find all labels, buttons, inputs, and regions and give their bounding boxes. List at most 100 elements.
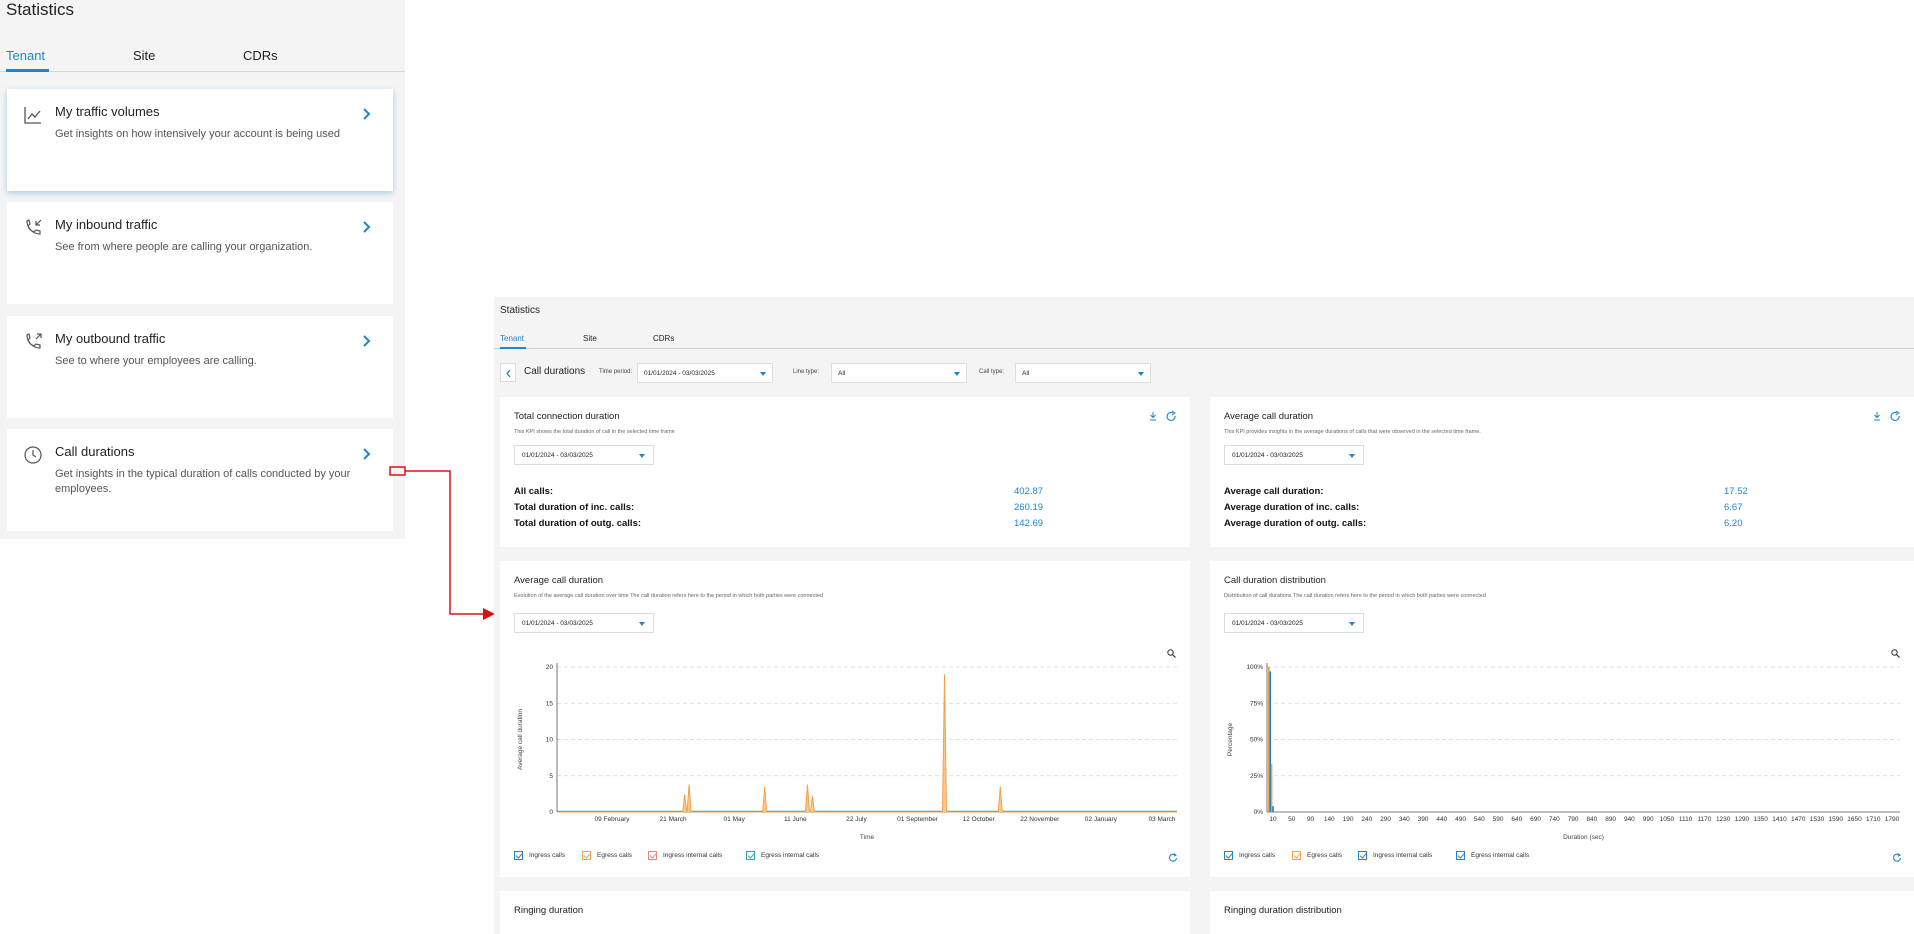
- download-icon[interactable]: [1874, 412, 1880, 421]
- card-call-durations[interactable]: Call durations Get insights in the typic…: [7, 429, 393, 531]
- time-period-value: 01/01/2024 - 03/03/2025: [644, 370, 715, 377]
- y-axis-title: Percentage: [1227, 722, 1234, 756]
- legend-egress-internal-calls[interactable]: Egress internal calls: [746, 851, 819, 860]
- x-tick-label: 10: [1269, 816, 1277, 823]
- refresh-icon[interactable]: [1892, 853, 1902, 863]
- legend-egress-calls[interactable]: Egress calls: [1292, 851, 1342, 860]
- caret-down-icon: [760, 372, 766, 376]
- x-tick-label: 240: [1361, 816, 1372, 823]
- kpi-value: 6.67: [1724, 502, 1743, 513]
- card-inbound-traffic[interactable]: My inbound traffic See from where people…: [7, 202, 393, 304]
- tab-site[interactable]: Site: [583, 334, 597, 343]
- page-title: Statistics: [500, 305, 541, 316]
- clock-icon: [24, 446, 42, 464]
- card-description: Distribution of call durations The call …: [1224, 593, 1486, 599]
- x-tick-label: 290: [1380, 816, 1391, 823]
- active-tab-indicator: [500, 347, 526, 349]
- x-tick-label: 1350: [1753, 816, 1768, 823]
- chevron-right-icon: [363, 108, 371, 120]
- phone-outgoing-icon: [26, 333, 42, 349]
- legend-ingress-calls[interactable]: Ingress calls: [514, 851, 565, 860]
- desktop-statistics-panel: Statistics Tenant Site CDRs Call duratio…: [494, 297, 1914, 934]
- checkbox-checked-icon: [648, 851, 657, 860]
- date-range-select[interactable]: 01/01/2024 - 03/03/2025: [514, 445, 654, 465]
- x-tick-label: 1710: [1866, 816, 1881, 823]
- card-tools: [1874, 410, 1900, 422]
- x-tick-label: 11 June: [784, 816, 807, 823]
- bar: [1272, 806, 1274, 812]
- call-type-select[interactable]: All: [1015, 363, 1151, 383]
- x-tick-label: 90: [1307, 816, 1315, 823]
- legend-label: Ingress internal calls: [1373, 852, 1433, 860]
- card-description: This KPI shows the total duration of cal…: [514, 429, 675, 435]
- call-type-label: Call type:: [979, 369, 1005, 375]
- tab-tenant[interactable]: Tenant: [6, 48, 45, 63]
- y-tick-label: 20: [546, 664, 554, 671]
- download-icon[interactable]: [1150, 412, 1156, 421]
- legend-label: Egress calls: [597, 852, 633, 860]
- x-tick-label: 640: [1511, 816, 1522, 823]
- x-tick-label: 1410: [1772, 816, 1787, 823]
- section-title: Call durations: [524, 366, 586, 377]
- tab-bar: Tenant Site CDRs: [0, 46, 405, 72]
- x-tick-label: 1790: [1885, 816, 1900, 823]
- refresh-icon[interactable]: [1890, 410, 1900, 422]
- x-tick-label: 740: [1549, 816, 1560, 823]
- date-range-select[interactable]: 01/01/2024 - 03/03/2025: [514, 613, 654, 633]
- date-range-select[interactable]: 01/01/2024 - 03/03/2025: [1224, 445, 1364, 465]
- active-tab-indicator: [6, 69, 49, 72]
- x-tick-label: 21 March: [660, 816, 687, 823]
- date-range-value: 01/01/2024 - 03/03/2025: [1232, 620, 1303, 627]
- chevron-right-icon: [363, 448, 371, 460]
- refresh-icon[interactable]: [1168, 853, 1178, 863]
- date-range-value: 01/01/2024 - 03/03/2025: [522, 620, 593, 627]
- legend-label: Egress internal calls: [761, 852, 820, 860]
- kpi-label: All calls:: [514, 486, 554, 497]
- y-tick-label: 15: [546, 700, 554, 707]
- x-axis-title: Duration (sec): [1563, 834, 1604, 841]
- kpi-label: Average duration of outg. calls:: [1224, 518, 1367, 529]
- card-outbound-traffic[interactable]: My outbound traffic See to where your em…: [7, 316, 393, 418]
- card-description: This KPI provides insights in the averag…: [1224, 429, 1481, 435]
- x-tick-label: 390: [1418, 816, 1429, 823]
- phone-incoming-icon: [26, 219, 42, 235]
- legend-ingress-internal-calls[interactable]: Ingress internal calls: [648, 851, 722, 860]
- card-description: Evolution of the average call duration o…: [514, 593, 823, 599]
- back-button[interactable]: [500, 363, 516, 382]
- time-period-select[interactable]: 01/01/2024 - 03/03/2025: [637, 363, 773, 383]
- x-tick-label: 1170: [1697, 816, 1711, 823]
- x-tick-label: 01 May: [724, 816, 746, 823]
- checkbox-checked-icon: [582, 851, 591, 860]
- card-traffic-volumes[interactable]: My traffic volumes Get insights on how i…: [7, 89, 393, 191]
- legend-ingress-calls[interactable]: Ingress calls: [1224, 851, 1275, 860]
- line-type-value: All: [838, 370, 846, 377]
- legend-egress-calls[interactable]: Egress calls: [582, 851, 632, 860]
- card-title: Call duration distribution: [1224, 575, 1326, 586]
- kpi-label: Total duration of inc. calls:: [514, 502, 635, 513]
- refresh-icon[interactable]: [1166, 410, 1176, 422]
- x-axis-title: Time: [860, 834, 875, 841]
- x-tick-label: 09 February: [594, 816, 630, 823]
- tab-tenant[interactable]: Tenant: [500, 334, 524, 343]
- x-tick-label: 490: [1455, 816, 1466, 823]
- tab-cdrs[interactable]: CDRs: [243, 48, 278, 63]
- legend-label: Egress calls: [1307, 852, 1343, 860]
- y-tick-label: 0: [549, 809, 553, 816]
- legend-ingress-internal-calls[interactable]: Ingress internal calls: [1358, 851, 1432, 860]
- tab-site[interactable]: Site: [133, 48, 155, 63]
- x-tick-label: 940: [1624, 816, 1635, 823]
- annotation-arrow: [389, 466, 495, 620]
- bar: [1268, 667, 1270, 812]
- kpi-label: Total duration of outg. calls:: [514, 518, 642, 529]
- card-title: My outbound traffic: [55, 331, 166, 346]
- date-range-select[interactable]: 01/01/2024 - 03/03/2025: [1224, 613, 1364, 633]
- tab-cdrs[interactable]: CDRs: [653, 334, 674, 343]
- chevron-left-icon: [506, 369, 511, 378]
- checkbox-checked-icon: [1456, 851, 1465, 860]
- line-type-select[interactable]: All: [831, 363, 967, 383]
- caret-down-icon: [639, 454, 645, 458]
- x-tick-label: 1590: [1828, 816, 1843, 823]
- x-tick-label: 190: [1343, 816, 1354, 823]
- x-tick-label: 1650: [1847, 816, 1862, 823]
- legend-egress-internal-calls[interactable]: Egress internal calls: [1456, 851, 1529, 860]
